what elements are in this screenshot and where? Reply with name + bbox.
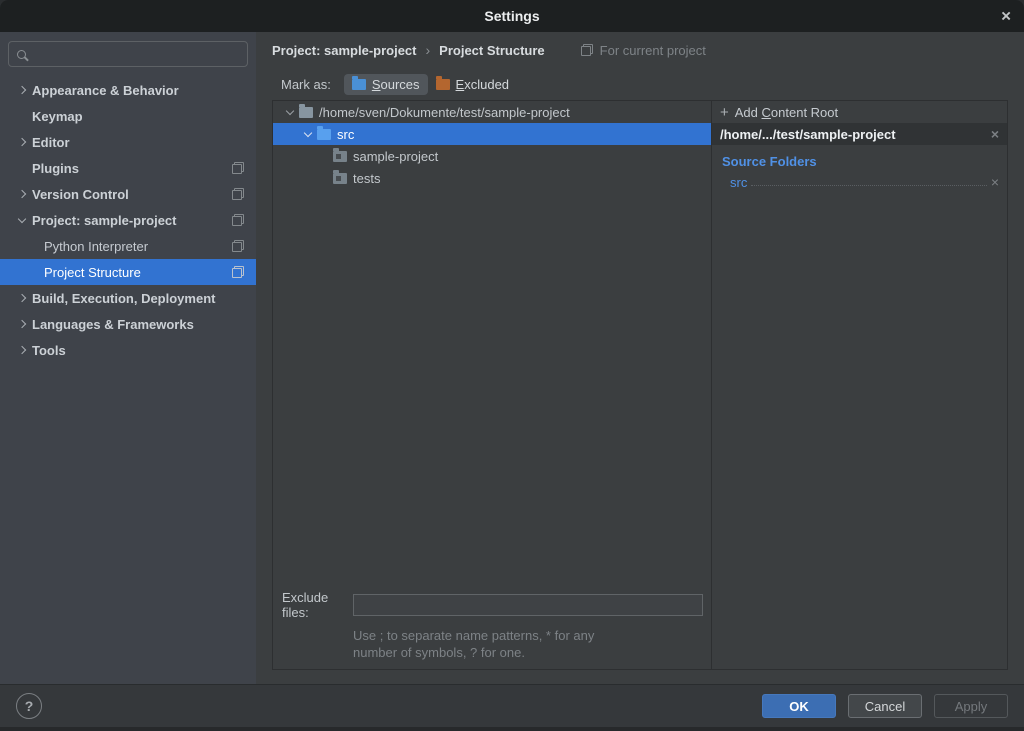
ok-button[interactable]: OK — [762, 694, 836, 718]
sidebar-item-appearance-behavior[interactable]: Appearance & Behavior — [0, 77, 256, 103]
sidebar-item-build-execution-deployment[interactable]: Build, Execution, Deployment — [0, 285, 256, 311]
settings-dialog: Settings × Appearance & Behavior Keymap — [0, 0, 1024, 731]
sidebar-item-plugins[interactable]: Plugins — [0, 155, 256, 181]
mark-as-toolbar: Mark as: Sources Excluded — [272, 68, 1008, 100]
exclude-files-section: Exclude files: Use ; to separate name pa… — [273, 590, 711, 669]
breadcrumb: Project: sample-project › Project Struct… — [272, 32, 1008, 68]
breadcrumb-separator-icon: › — [426, 42, 431, 58]
search-box[interactable] — [8, 41, 248, 67]
scope-note-label: For current project — [600, 43, 706, 58]
content-root-path: /home/.../test/sample-project — [720, 127, 896, 142]
breadcrumb-project[interactable]: Project: sample-project — [272, 43, 417, 58]
sidebar-item-label: Keymap — [32, 109, 83, 124]
sidebar-item-label: Version Control — [32, 187, 129, 202]
help-button[interactable]: ? — [16, 693, 42, 719]
help-icon: ? — [25, 698, 34, 714]
tree-row-src[interactable]: src — [273, 123, 711, 145]
footer-buttons: OK Cancel Apply — [762, 694, 1008, 718]
per-project-settings-icon — [232, 266, 244, 278]
cancel-button[interactable]: Cancel — [848, 694, 922, 718]
folder-icon — [333, 173, 347, 184]
sidebar-item-label: Appearance & Behavior — [32, 83, 179, 98]
per-project-settings-icon — [232, 162, 244, 174]
chevron-down-icon[interactable] — [299, 133, 317, 136]
settings-nav: Appearance & Behavior Keymap Editor Plug… — [0, 77, 256, 684]
tree-row-label: src — [337, 127, 354, 142]
chevron-right-icon[interactable] — [12, 87, 32, 93]
apply-button[interactable]: Apply — [934, 694, 1008, 718]
chevron-down-icon[interactable] — [281, 111, 299, 114]
chevron-right-icon[interactable] — [12, 347, 32, 353]
dialog-title: Settings — [484, 8, 539, 24]
sidebar-item-python-interpreter[interactable]: Python Interpreter — [0, 233, 256, 259]
scope-note: For current project — [581, 43, 706, 58]
breadcrumb-page: Project Structure — [439, 43, 544, 58]
source-folder-entry-src[interactable]: src × — [712, 172, 1007, 192]
sidebar-item-languages-frameworks[interactable]: Languages & Frameworks — [0, 311, 256, 337]
sidebar-item-label: Tools — [32, 343, 66, 358]
sources-button-label: Sources — [372, 77, 420, 92]
sidebar-item-tools[interactable]: Tools — [0, 337, 256, 363]
sidebar-item-label: Build, Execution, Deployment — [32, 291, 215, 306]
sidebar-item-version-control[interactable]: Version Control — [0, 181, 256, 207]
sidebar-item-label: Project Structure — [44, 265, 141, 280]
dotted-leader — [751, 185, 986, 186]
sidebar-item-label: Project: sample-project — [32, 213, 177, 228]
exclude-files-input[interactable] — [353, 594, 703, 616]
sidebar-item-label: Languages & Frameworks — [32, 317, 194, 332]
source-folder-name[interactable]: src — [730, 175, 747, 190]
mark-as-excluded-button[interactable]: Excluded — [428, 74, 517, 95]
mark-as-sources-button[interactable]: Sources — [344, 74, 428, 95]
chevron-right-icon[interactable] — [12, 321, 32, 327]
content-root-path-row[interactable]: /home/.../test/sample-project × — [712, 123, 1007, 145]
content-area: Project: sample-project › Project Struct… — [256, 32, 1024, 684]
add-content-root-button[interactable]: + Add Content Root — [712, 101, 1007, 123]
sidebar-item-project-structure[interactable]: Project Structure — [0, 259, 256, 285]
mark-as-label: Mark as: — [281, 77, 331, 92]
close-icon[interactable]: × — [1001, 8, 1011, 25]
chevron-right-icon[interactable] — [12, 139, 32, 145]
source-folder-icon — [352, 79, 366, 90]
title-bar: Settings × — [0, 0, 1024, 32]
sidebar-item-keymap[interactable]: Keymap — [0, 103, 256, 129]
excluded-button-label: Excluded — [456, 77, 509, 92]
add-content-root-label: Add Content Root — [735, 105, 838, 120]
chevron-right-icon[interactable] — [12, 295, 32, 301]
per-project-settings-icon — [232, 188, 244, 200]
sidebar-item-editor[interactable]: Editor — [0, 129, 256, 155]
tree-row-sample-project[interactable]: sample-project — [273, 145, 711, 167]
per-project-settings-icon — [232, 214, 244, 226]
per-project-settings-icon — [581, 44, 593, 56]
sidebar-item-label: Plugins — [32, 161, 79, 176]
search-input[interactable] — [33, 46, 239, 63]
chevron-right-icon[interactable] — [12, 191, 32, 197]
tree-row-label: sample-project — [353, 149, 438, 164]
sidebar-item-label: Python Interpreter — [44, 239, 148, 254]
tree-row-label: /home/sven/Dokumente/test/sample-project — [319, 105, 570, 120]
source-folders-title: Source Folders — [722, 154, 1007, 169]
remove-content-root-icon[interactable]: × — [991, 127, 999, 141]
sidebar-item-label: Editor — [32, 135, 70, 150]
settings-sidebar: Appearance & Behavior Keymap Editor Plug… — [0, 32, 256, 684]
sidebar-item-project-sample-project[interactable]: Project: sample-project — [0, 207, 256, 233]
exclude-files-label: Exclude files: — [282, 590, 353, 620]
plus-icon: + — [720, 104, 729, 121]
structure-panes: /home/sven/Dokumente/test/sample-project… — [272, 100, 1008, 670]
main-area: Appearance & Behavior Keymap Editor Plug… — [0, 32, 1024, 684]
per-project-settings-icon — [232, 240, 244, 252]
exclude-files-hint: Use ; to separate name patterns, * for a… — [353, 627, 703, 661]
chevron-down-icon[interactable] — [12, 219, 32, 222]
dialog-footer: ? OK Cancel Apply — [0, 684, 1024, 731]
excluded-folder-icon — [436, 79, 450, 90]
content-roots-panel: + Add Content Root /home/.../test/sample… — [711, 101, 1007, 669]
source-folder-icon — [317, 129, 331, 140]
folder-icon — [333, 151, 347, 162]
folder-icon — [299, 107, 313, 118]
tree-row-content-root[interactable]: /home/sven/Dokumente/test/sample-project — [273, 101, 711, 123]
search-icon — [17, 50, 26, 59]
tree-row-tests[interactable]: tests — [273, 167, 711, 189]
directory-tree: /home/sven/Dokumente/test/sample-project… — [273, 101, 711, 669]
remove-source-folder-icon[interactable]: × — [991, 175, 999, 189]
tree-row-label: tests — [353, 171, 380, 186]
